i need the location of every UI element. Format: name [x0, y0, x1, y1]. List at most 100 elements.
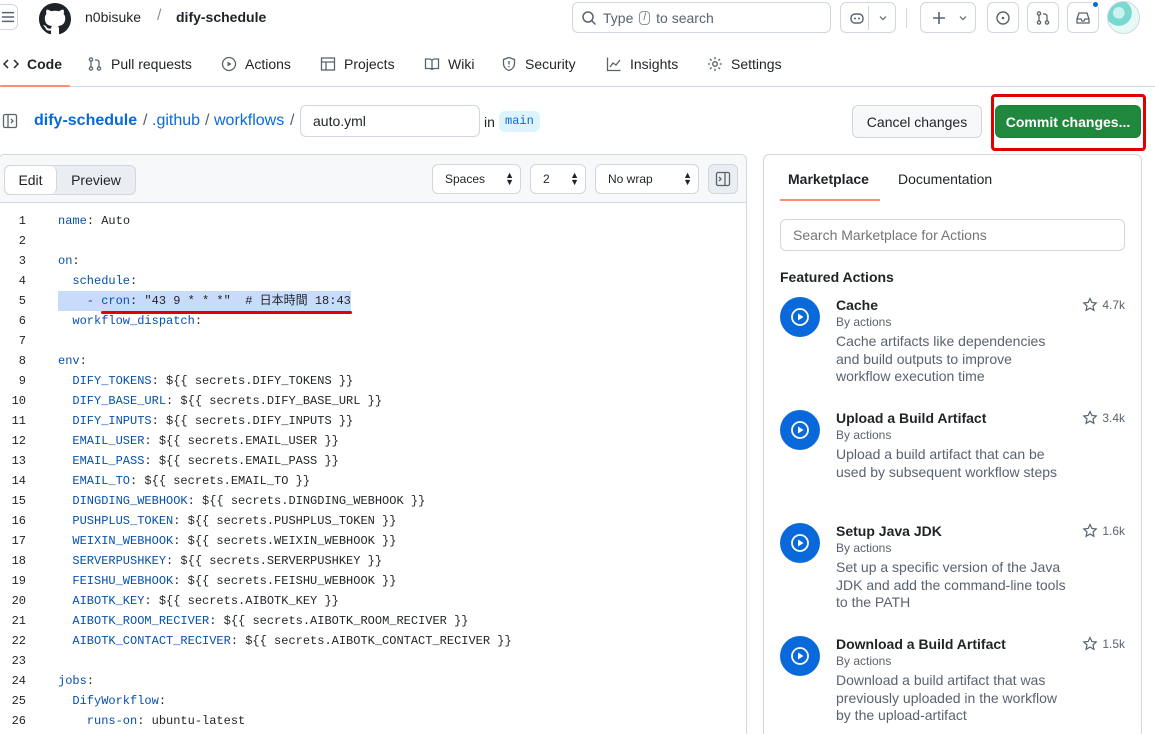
yaml-value: : ubuntu-latest [137, 714, 246, 728]
github-logo-icon[interactable] [39, 3, 71, 35]
issue-opened-icon [996, 10, 1010, 25]
action-stars: 3.4k [1082, 410, 1125, 426]
yaml-value: : ${{ secrets.AIBOTK_ROOM_RECIVER }} [209, 614, 469, 628]
code-line[interactable]: 25 DifyWorkflow: [0, 691, 746, 711]
pull-requests-button[interactable] [1027, 2, 1059, 33]
breadcrumb-repo-link[interactable]: dify-schedule [34, 112, 137, 130]
tab-pull-requests[interactable]: Pull requests [87, 56, 192, 72]
code-line[interactable]: 7 [0, 331, 746, 351]
code-line[interactable]: 19 FEISHU_WEBHOOK: ${{ secrets.FEISHU_WE… [0, 571, 746, 591]
action-name[interactable]: Setup Java JDK [836, 523, 942, 539]
git-pull-request-icon [1036, 10, 1050, 25]
code-line[interactable]: 1 name: Auto [0, 211, 746, 231]
yaml-key: workflow_dispatch [58, 314, 195, 328]
code-line[interactable]: 13 EMAIL_PASS: ${{ secrets.EMAIL_PASS }} [0, 451, 746, 471]
sidebar-expand-icon[interactable] [2, 113, 18, 129]
create-new-button[interactable] [920, 2, 976, 33]
code-line[interactable]: 6 workflow_dispatch: [0, 311, 746, 331]
action-star-count: 1.6k [1102, 524, 1125, 538]
toggle-sidebar-button[interactable] [708, 164, 738, 194]
edit-preview-toggle: Edit Preview [4, 165, 136, 195]
copilot-button[interactable] [840, 2, 896, 33]
featured-action-item[interactable]: Download a Build Artifact By actions Downl… [780, 636, 1125, 734]
code-line[interactable]: 3 on: [0, 251, 746, 271]
code-line[interactable]: 23 [0, 651, 746, 671]
code-lines[interactable]: 1 name: Auto 2 3 on: 4 schedule: 5 - cron: "43… [0, 211, 746, 731]
action-name[interactable]: Upload a Build Artifact [836, 410, 986, 426]
search-input[interactable]: Type / to search [572, 2, 831, 33]
edit-tab[interactable]: Edit [5, 166, 57, 194]
code-line[interactable]: 20 AIBOTK_KEY: ${{ secrets.AIBOTK_KEY }} [0, 591, 746, 611]
action-stars: 1.6k [1082, 523, 1125, 539]
tab-actions[interactable]: Actions [221, 56, 291, 72]
code-line[interactable]: 24 jobs: [0, 671, 746, 691]
line-number: 25 [11, 694, 26, 708]
code-line[interactable]: 26 runs-on: ubuntu-latest [0, 711, 746, 731]
menu-button[interactable] [0, 4, 18, 30]
line-content: AIBOTK_KEY: ${{ secrets.AIBOTK_KEY }} [58, 591, 338, 611]
tab-wiki[interactable]: Wiki [424, 56, 474, 72]
tab-settings[interactable]: Settings [707, 56, 782, 72]
indent-size-value: 2 [543, 172, 550, 186]
indent-size-select[interactable]: 2 ▲ ▼ [530, 164, 586, 194]
code-line[interactable]: 10 DIFY_BASE_URL: ${{ secrets.DIFY_BASE_… [0, 391, 746, 411]
tab-projects[interactable]: Projects [320, 56, 395, 72]
star-icon [1082, 297, 1098, 312]
tab-code[interactable]: Code [3, 56, 62, 72]
breadcrumb-github-dir-link[interactable]: .github [152, 112, 200, 130]
tab-security[interactable]: Security [501, 56, 576, 72]
yaml-key: DINGDING_WEBHOOK [58, 494, 188, 508]
code-line[interactable]: 21 AIBOTK_ROOM_RECIVER: ${{ secrets.AIBO… [0, 611, 746, 631]
yaml-key: DIFY_BASE_URL [58, 394, 167, 408]
featured-action-item[interactable]: Upload a Build Artifact By actions Upload … [780, 410, 1125, 510]
action-play-icon [780, 523, 820, 563]
tab-marketplace[interactable]: Marketplace [788, 171, 869, 187]
commit-changes-button[interactable]: Commit changes... [995, 105, 1141, 138]
tab-security-label: Security [525, 56, 576, 72]
code-line[interactable]: 18 SERVERPUSHKEY: ${{ secrets.SERVERPUSH… [0, 551, 746, 571]
yaml-value: : ${{ secrets.DIFY_INPUTS }} [151, 414, 354, 428]
line-content: PUSHPLUS_TOKEN: ${{ secrets.PUSHPLUS_TOK… [58, 511, 396, 531]
cancel-changes-button[interactable]: Cancel changes [852, 105, 982, 138]
tab-documentation[interactable]: Documentation [898, 171, 992, 187]
line-content: workflow_dispatch: [58, 311, 202, 331]
code-line[interactable]: 4 schedule: [0, 271, 746, 291]
code-line[interactable]: 17 WEIXIN_WEBHOOK: ${{ secrets.WEIXIN_WE… [0, 531, 746, 551]
line-number: 13 [11, 454, 26, 468]
filename-input[interactable] [300, 105, 480, 137]
code-line[interactable]: 15 DINGDING_WEBHOOK: ${{ secrets.DINGDIN… [0, 491, 746, 511]
indent-mode-select[interactable]: Spaces ▲ ▼ [432, 164, 521, 194]
line-number: 11 [11, 414, 26, 428]
code-line[interactable]: 8 env: [0, 351, 746, 371]
action-name[interactable]: Cache [836, 297, 878, 313]
branch-badge[interactable]: main [499, 111, 540, 132]
git-pull-request-icon [88, 57, 102, 71]
code-line[interactable]: 16 PUSHPLUS_TOKEN: ${{ secrets.PUSHPLUS_… [0, 511, 746, 531]
code-line[interactable]: 12 EMAIL_USER: ${{ secrets.EMAIL_USER }} [0, 431, 746, 451]
code-line[interactable]: 11 DIFY_INPUTS: ${{ secrets.DIFY_INPUTS … [0, 411, 746, 431]
code-line[interactable]: 5 - cron: "43 9 * * *" # 日本時間 18:43 [0, 291, 746, 311]
marketplace-search-input[interactable] [780, 219, 1125, 251]
featured-action-item[interactable]: Setup Java JDK By actions Set up a specifi… [780, 523, 1125, 623]
yaml-value: : ${{ secrets.EMAIL_USER }} [144, 434, 339, 448]
yaml-key: PUSHPLUS_TOKEN [58, 514, 174, 528]
line-content: name: Auto [58, 211, 130, 231]
repo-owner-link[interactable]: n0bisuke [85, 9, 141, 25]
star-icon [1082, 410, 1098, 425]
wrap-mode-select[interactable]: No wrap ▲ ▼ [595, 164, 699, 194]
code-editor-panel: Edit Preview Spaces ▲ ▼ 2 ▲ ▼ No wrap ▲ ▼ 1… [0, 154, 747, 734]
code-line[interactable]: 14 EMAIL_TO: ${{ secrets.EMAIL_TO }} [0, 471, 746, 491]
code-line[interactable]: 9 DIFY_TOKENS: ${{ secrets.DIFY_TOKENS }… [0, 371, 746, 391]
featured-action-item[interactable]: Cache By actions Cache artifacts like depe… [780, 297, 1125, 397]
line-content: DIFY_INPUTS: ${{ secrets.DIFY_INPUTS }} [58, 411, 353, 431]
avatar[interactable] [1107, 1, 1140, 34]
search-suffix-text: to search [656, 9, 714, 26]
issues-button[interactable] [987, 2, 1019, 33]
action-name[interactable]: Download a Build Artifact [836, 636, 1006, 652]
breadcrumb-workflows-link[interactable]: workflows [214, 112, 284, 130]
repo-name-link[interactable]: dify-schedule [176, 9, 266, 25]
code-line[interactable]: 2 [0, 231, 746, 251]
tab-insights[interactable]: Insights [606, 56, 678, 72]
preview-tab[interactable]: Preview [57, 166, 135, 194]
code-line[interactable]: 22 AIBOTK_CONTACT_RECIVER: ${{ secrets.A… [0, 631, 746, 651]
